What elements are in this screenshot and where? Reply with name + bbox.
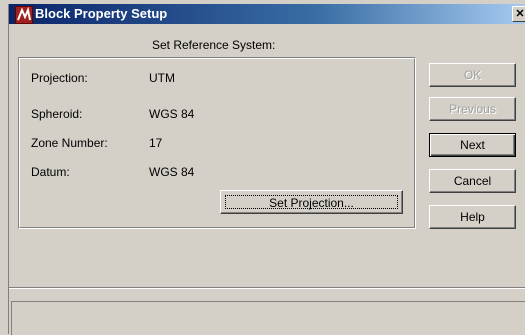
section-title: Set Reference System: xyxy=(152,38,276,52)
separator xyxy=(9,287,525,289)
datum-label: Datum: xyxy=(31,165,70,179)
spheroid-value: WGS 84 xyxy=(149,107,195,121)
zone-number-value: 17 xyxy=(149,136,163,150)
window-left-edge xyxy=(8,4,9,334)
status-bar xyxy=(11,301,525,335)
datum-value: WGS 84 xyxy=(149,165,195,179)
projection-value: UTM xyxy=(149,71,175,85)
cancel-button[interactable]: Cancel xyxy=(429,169,516,193)
window-title: Block Property Setup xyxy=(35,6,168,21)
set-projection-button[interactable]: Set Projection... xyxy=(220,190,403,214)
set-projection-label: Set Projection... xyxy=(269,196,354,210)
app-icon xyxy=(15,6,33,24)
help-button[interactable]: Help xyxy=(429,205,516,229)
zone-number-label: Zone Number: xyxy=(31,136,108,150)
next-button[interactable]: Next xyxy=(429,133,516,157)
title-bar[interactable]: Block Property Setup ✕ xyxy=(9,4,525,24)
close-icon[interactable]: ✕ xyxy=(512,6,525,22)
spheroid-label: Spheroid: xyxy=(31,107,83,121)
ok-button[interactable]: OK xyxy=(429,63,516,87)
projection-label: Projection: xyxy=(31,71,88,85)
previous-button[interactable]: Previous xyxy=(429,97,516,121)
